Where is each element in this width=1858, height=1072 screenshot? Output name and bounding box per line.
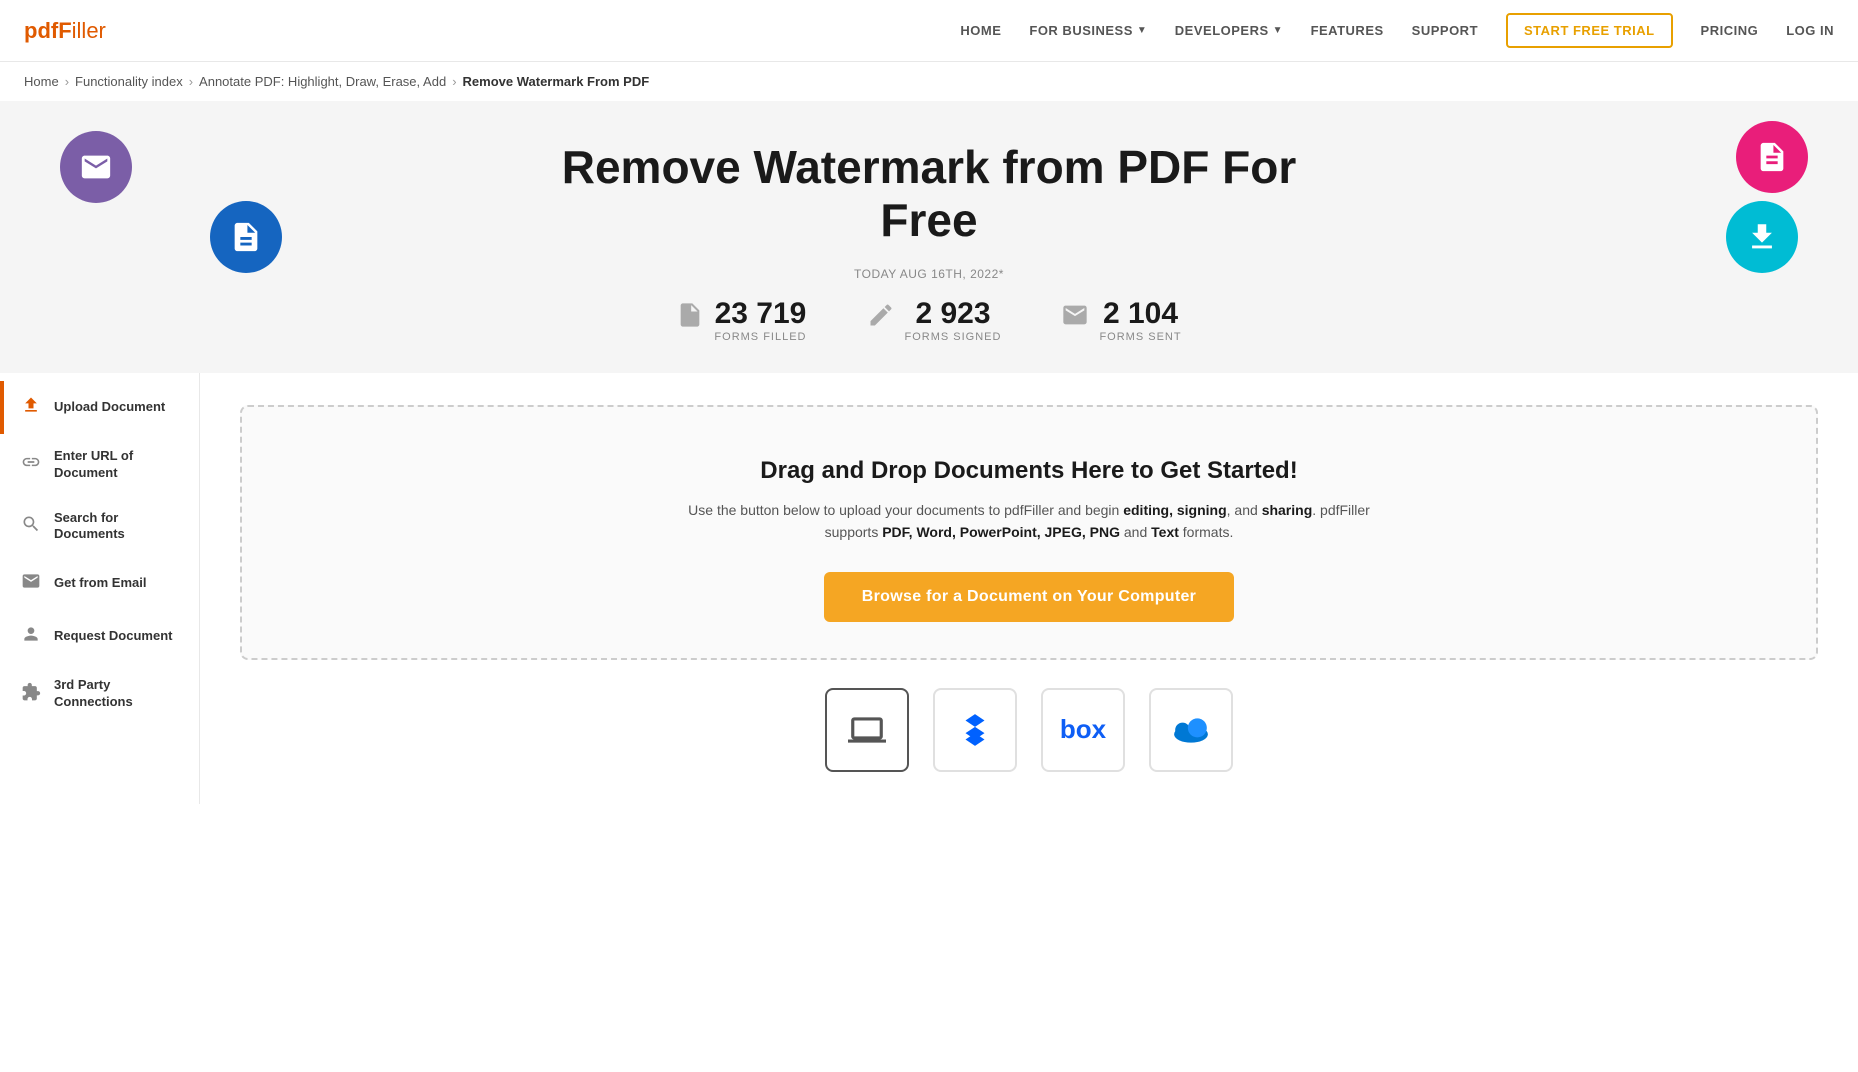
chevron-down-icon: ▼ bbox=[1137, 25, 1147, 36]
breadcrumb-functionality[interactable]: Functionality index bbox=[75, 74, 183, 89]
breadcrumb-sep-2: › bbox=[189, 74, 193, 89]
hero-section: Remove Watermark from PDF For Free TODAY… bbox=[0, 101, 1858, 373]
cloud-sources: box bbox=[240, 688, 1818, 772]
sidebar-item-search[interactable]: Search for Documents bbox=[0, 496, 199, 558]
hero-circle-document bbox=[210, 201, 282, 273]
nav-login[interactable]: LOG IN bbox=[1786, 23, 1834, 38]
breadcrumb-sep-1: › bbox=[65, 74, 69, 89]
sidebar-item-get-email[interactable]: Get from Email bbox=[0, 557, 199, 610]
plugin-icon bbox=[20, 682, 42, 707]
sidebar-url-label: Enter URL of Document bbox=[54, 448, 183, 482]
nav-home[interactable]: HOME bbox=[960, 23, 1001, 38]
nav-pricing[interactable]: PRICING bbox=[1701, 23, 1759, 38]
sidebar-item-enter-url[interactable]: Enter URL of Document bbox=[0, 434, 199, 496]
cloud-source-box[interactable]: box bbox=[1041, 688, 1125, 772]
nav-for-business[interactable]: FOR BUSINESS ▼ bbox=[1029, 23, 1146, 38]
logo[interactable]: pdfFiller bbox=[24, 18, 106, 44]
nav-support[interactable]: SUPPORT bbox=[1412, 23, 1478, 38]
sidebar: Upload Document Enter URL of Document Se… bbox=[0, 373, 200, 804]
breadcrumb-home[interactable]: Home bbox=[24, 74, 59, 89]
person-icon bbox=[20, 624, 42, 649]
hero-stats: 23 719 FORMS FILLED 2 923 FORMS SIGNED 2… bbox=[60, 297, 1798, 343]
nav-links: HOME FOR BUSINESS ▼ DEVELOPERS ▼ FEATURE… bbox=[960, 13, 1834, 48]
upload-icon bbox=[20, 395, 42, 420]
cloud-source-onedrive[interactable] bbox=[1149, 688, 1233, 772]
breadcrumb-sep-3: › bbox=[452, 74, 456, 89]
nav-for-business-label: FOR BUSINESS bbox=[1029, 23, 1133, 38]
link-icon bbox=[20, 452, 42, 477]
nav-developers[interactable]: DEVELOPERS ▼ bbox=[1175, 23, 1283, 38]
sidebar-third-party-label: 3rd Party Connections bbox=[54, 677, 183, 711]
sidebar-item-upload-document[interactable]: Upload Document bbox=[0, 381, 199, 434]
sidebar-upload-label: Upload Document bbox=[54, 399, 165, 416]
forms-filled-icon bbox=[676, 301, 704, 335]
search-icon bbox=[20, 514, 42, 539]
logo-pdf-text: pdf bbox=[24, 18, 58, 44]
forms-sent-number: 2 104 bbox=[1099, 297, 1181, 331]
upload-title: Drag and Drop Documents Here to Get Star… bbox=[272, 457, 1786, 485]
content-area: Drag and Drop Documents Here to Get Star… bbox=[200, 373, 1858, 804]
forms-sent-icon bbox=[1061, 301, 1089, 335]
nav-features[interactable]: FEATURES bbox=[1311, 23, 1384, 38]
sidebar-request-label: Request Document bbox=[54, 628, 172, 645]
upload-zone: Drag and Drop Documents Here to Get Star… bbox=[240, 405, 1818, 660]
breadcrumb-current: Remove Watermark From PDF bbox=[463, 74, 650, 89]
hero-circle-cyan bbox=[1726, 201, 1798, 273]
browse-button[interactable]: Browse for a Document on Your Computer bbox=[824, 572, 1234, 622]
nav-developers-label: DEVELOPERS bbox=[1175, 23, 1269, 38]
logo-filler-text: Filler bbox=[58, 18, 106, 44]
cloud-source-computer[interactable] bbox=[825, 688, 909, 772]
forms-signed-number: 2 923 bbox=[905, 297, 1002, 331]
chevron-down-icon-2: ▼ bbox=[1273, 25, 1283, 36]
forms-signed-icon bbox=[867, 301, 895, 335]
breadcrumb: Home › Functionality index › Annotate PD… bbox=[0, 62, 1858, 101]
start-free-trial-button[interactable]: START FREE TRIAL bbox=[1506, 13, 1673, 48]
upload-description: Use the button below to upload your docu… bbox=[679, 499, 1379, 544]
stat-forms-filled: 23 719 FORMS FILLED bbox=[676, 297, 806, 343]
sidebar-email-label: Get from Email bbox=[54, 575, 146, 592]
hero-date: TODAY AUG 16TH, 2022* bbox=[60, 267, 1798, 281]
sidebar-item-request[interactable]: Request Document bbox=[0, 610, 199, 663]
forms-sent-label: FORMS SENT bbox=[1099, 331, 1181, 343]
email-icon bbox=[20, 571, 42, 596]
cloud-source-dropbox[interactable] bbox=[933, 688, 1017, 772]
forms-signed-label: FORMS SIGNED bbox=[905, 331, 1002, 343]
navbar: pdfFiller HOME FOR BUSINESS ▼ DEVELOPERS… bbox=[0, 0, 1858, 62]
hero-circle-email bbox=[60, 131, 132, 203]
breadcrumb-annotate[interactable]: Annotate PDF: Highlight, Draw, Erase, Ad… bbox=[199, 74, 446, 89]
forms-filled-number: 23 719 bbox=[714, 297, 806, 331]
main-container: Upload Document Enter URL of Document Se… bbox=[0, 373, 1858, 804]
stat-forms-sent: 2 104 FORMS SENT bbox=[1061, 297, 1181, 343]
stat-forms-signed: 2 923 FORMS SIGNED bbox=[867, 297, 1002, 343]
forms-filled-label: FORMS FILLED bbox=[714, 331, 806, 343]
hero-title: Remove Watermark from PDF For Free bbox=[60, 141, 1798, 247]
sidebar-item-third-party[interactable]: 3rd Party Connections bbox=[0, 663, 199, 725]
hero-circle-pink bbox=[1736, 121, 1808, 193]
sidebar-search-label: Search for Documents bbox=[54, 510, 183, 544]
